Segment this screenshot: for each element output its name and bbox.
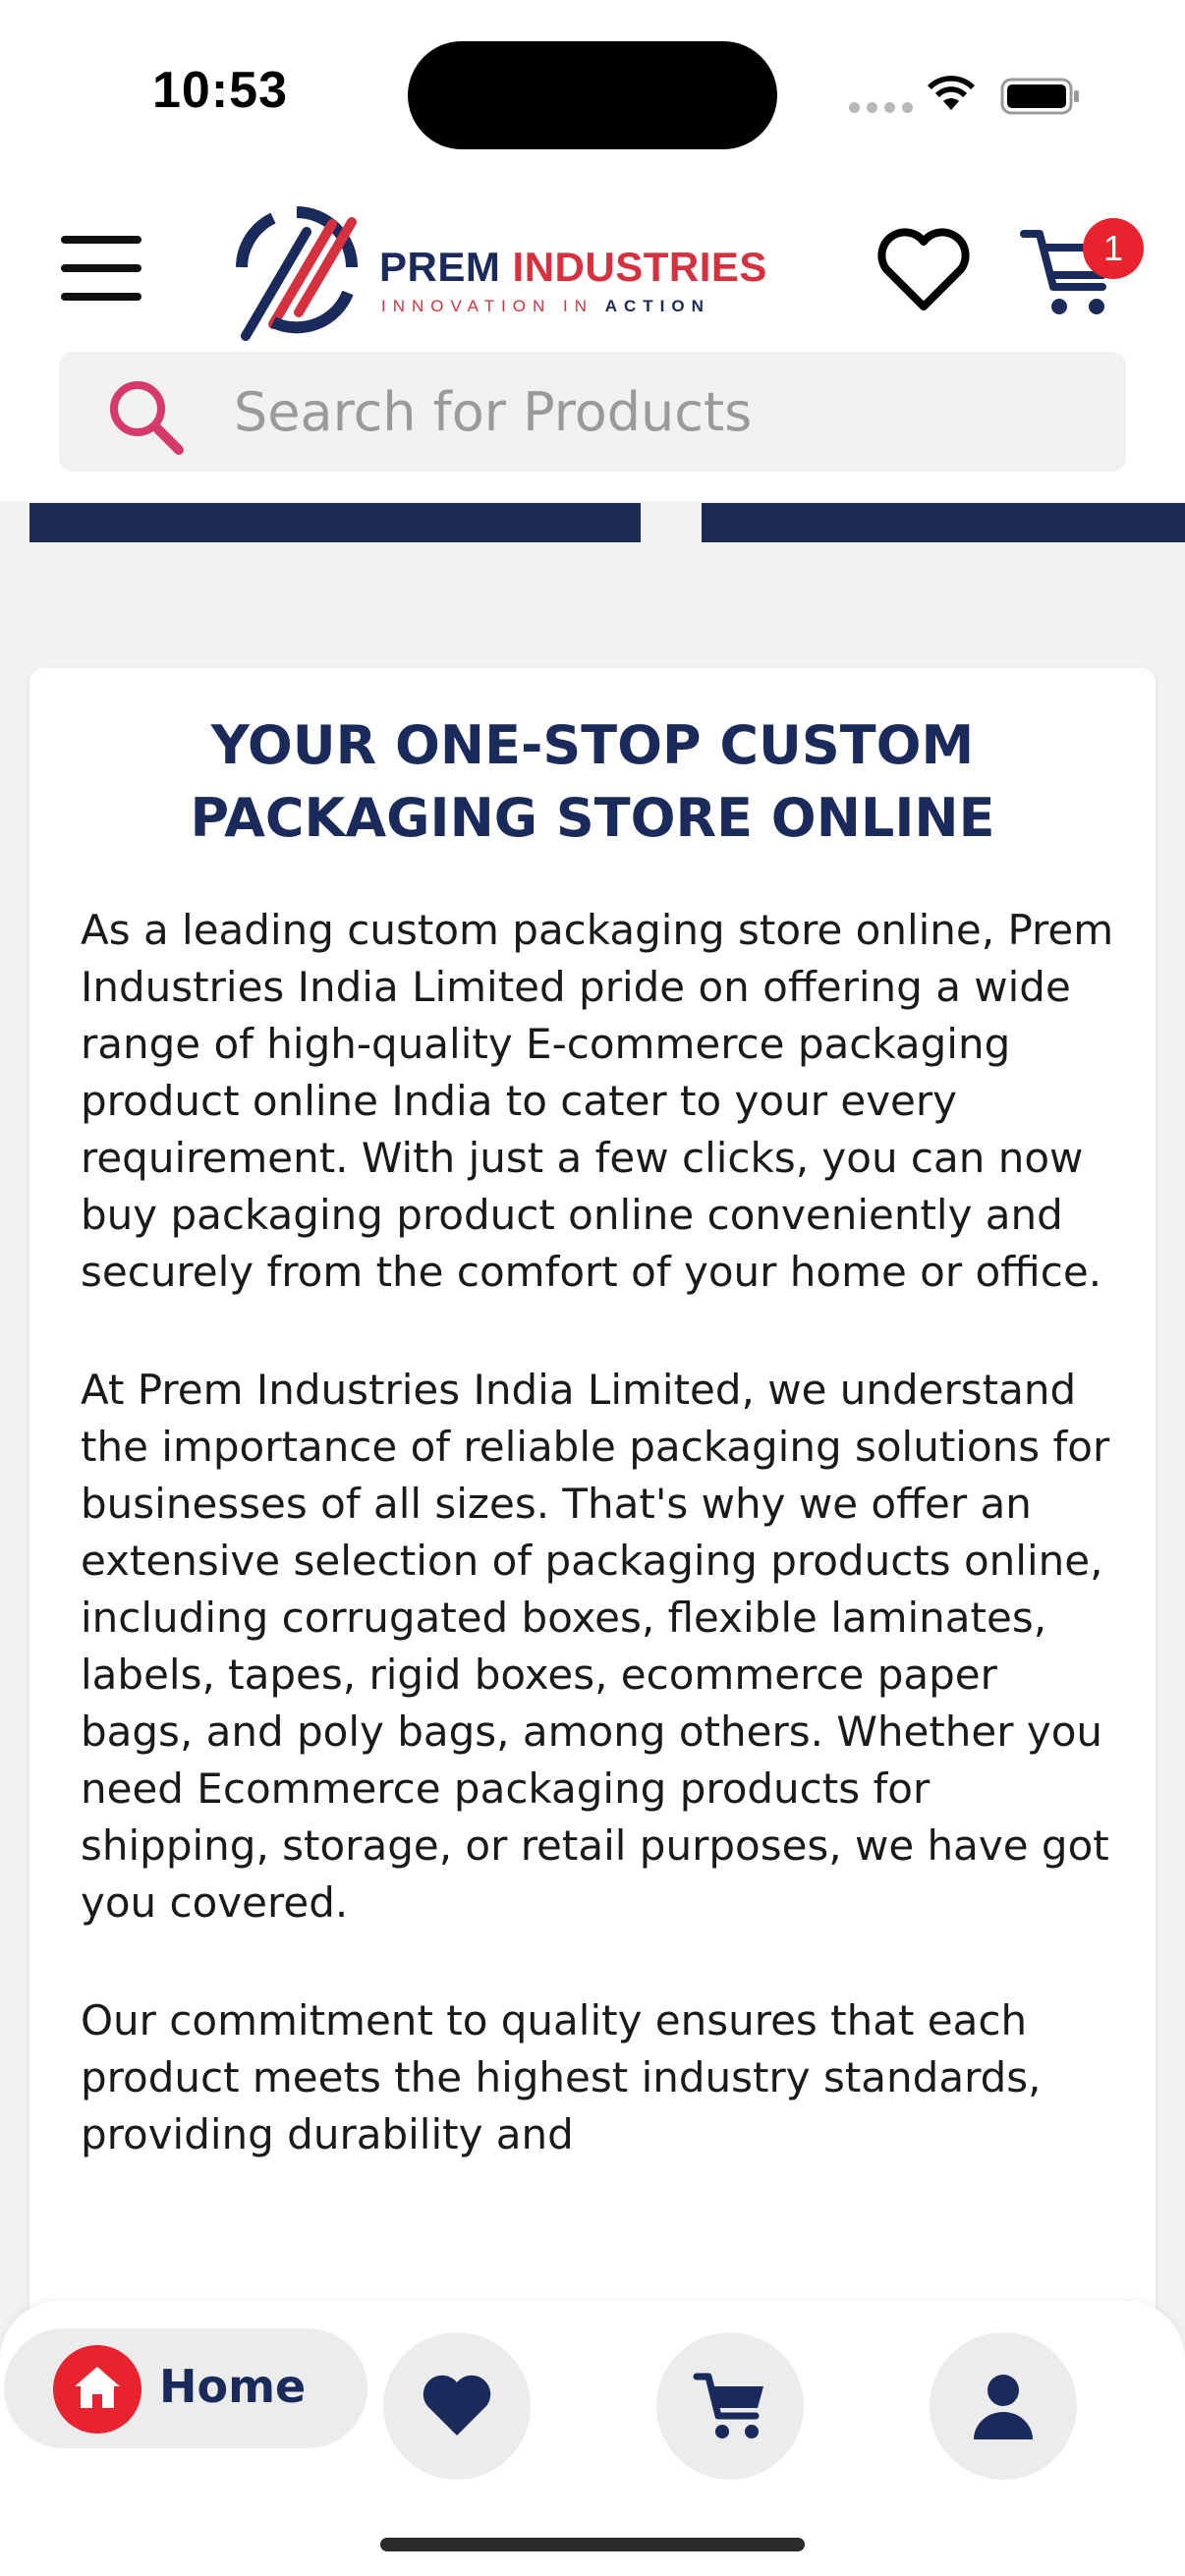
nav-wishlist-button[interactable] [383, 2332, 531, 2480]
battery-icon [1000, 78, 1079, 115]
menu-icon[interactable] [61, 236, 141, 301]
brand-title: PREM INDUSTRIES [379, 244, 767, 291]
wifi-icon [928, 76, 975, 110]
brand-tagline-part1: INNOVATION IN [381, 297, 593, 315]
cart-button[interactable]: 1 [1020, 216, 1148, 324]
content-card: YOUR ONE-STOP CUSTOM PACKAGING STORE ONL… [29, 668, 1156, 2338]
logo-mark-icon [236, 206, 358, 341]
home-icon [53, 2345, 141, 2434]
status-time: 10:53 [152, 62, 288, 119]
content-paragraph-2: At Prem Industries India Limited, we und… [81, 1366, 1110, 1927]
nav-account-button[interactable] [930, 2332, 1077, 2480]
content-title: YOUR ONE-STOP CUSTOM PACKAGING STORE ONL… [190, 714, 995, 849]
brand-tagline-part2: ACTION [604, 297, 710, 315]
bottom-nav: Home [0, 2301, 1185, 2576]
brand-tagline: INNOVATION IN ACTION [381, 297, 710, 316]
brand-logo[interactable]: PREM INDUSTRIES INNOVATION IN ACTION [234, 198, 784, 346]
cart-count-badge: 1 [1083, 218, 1144, 279]
home-indicator [380, 2538, 805, 2551]
nav-home-label: Home [159, 2360, 307, 2413]
status-bar: 10:53 [0, 0, 1185, 187]
nav-cart-button[interactable] [656, 2332, 804, 2480]
nav-home-button[interactable]: Home [4, 2328, 367, 2448]
content-paragraph-3: Our commitment to quality ensures that e… [81, 1996, 1042, 2158]
dynamic-island [408, 41, 777, 149]
search-bar[interactable] [59, 352, 1126, 472]
cart-icon [693, 2373, 763, 2438]
user-icon [974, 2375, 1033, 2439]
content-paragraph-1: As a leading custom packaging store onli… [81, 906, 1114, 1296]
banner-slide-right[interactable] [702, 503, 1185, 542]
wishlist-heart-icon[interactable] [875, 226, 973, 314]
search-icon [110, 381, 184, 455]
app-header: PREM INDUSTRIES INNOVATION IN ACTION 1 [0, 187, 1185, 501]
cellular-signal-icon [849, 102, 913, 113]
search-input[interactable] [234, 352, 1099, 472]
heart-icon [423, 2375, 491, 2436]
banner-slide-left[interactable] [29, 503, 641, 542]
brand-title-part1: PREM [379, 244, 501, 290]
brand-title-part2: INDUSTRIES [512, 244, 767, 290]
